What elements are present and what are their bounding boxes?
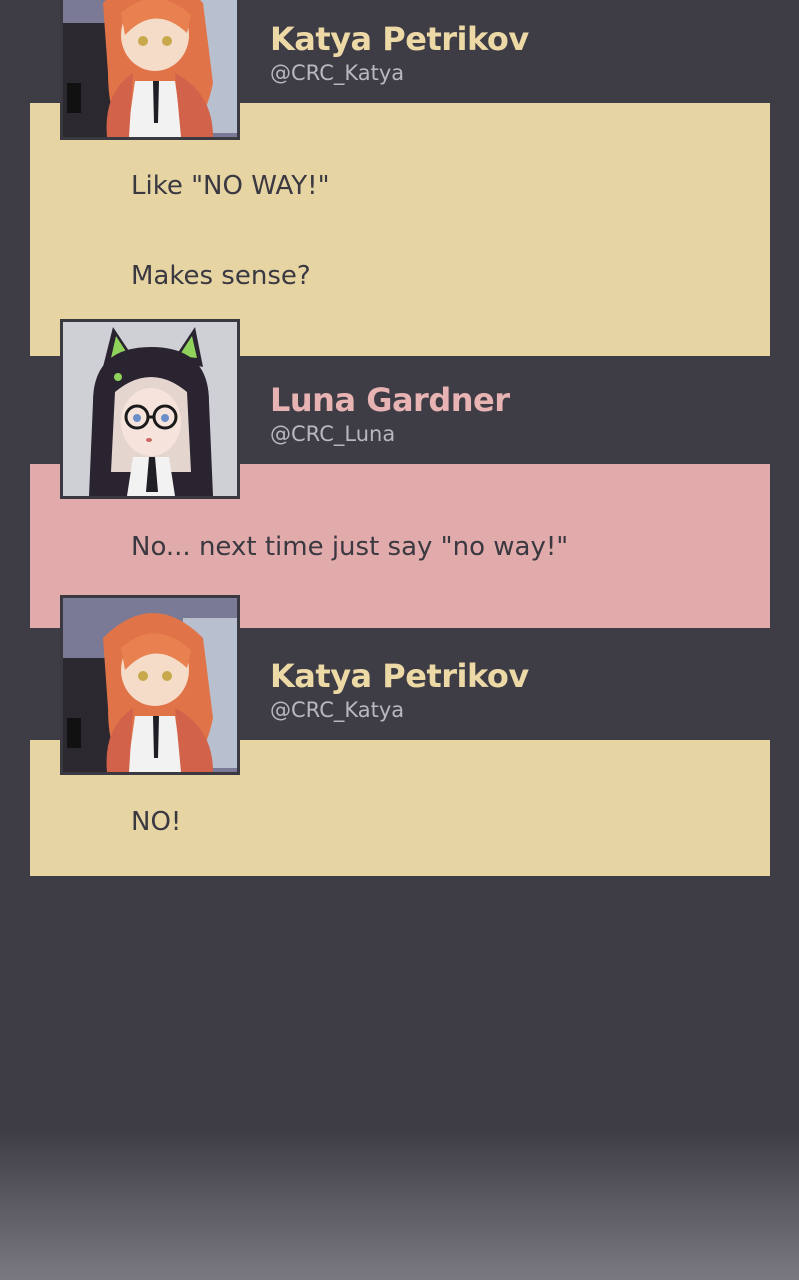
author-name[interactable]: Katya Petrikov [270,657,529,695]
author-name[interactable]: Katya Petrikov [270,20,529,58]
message-line: Makes sense? [131,261,311,291]
bottom-fade [0,1130,799,1280]
luna-avatar[interactable] [60,319,240,499]
message-line: NO! [131,807,182,837]
author-handle[interactable]: @CRC_Katya [270,698,404,722]
message-line: Like "NO WAY!" [131,171,330,201]
message-line: No... next time just say "no way!" [131,532,569,562]
author-handle[interactable]: @CRC_Katya [270,61,404,85]
author-handle[interactable]: @CRC_Luna [270,422,395,446]
katya-avatar[interactable] [60,0,240,140]
author-name[interactable]: Luna Gardner [270,381,510,419]
katya-avatar[interactable] [60,595,240,775]
